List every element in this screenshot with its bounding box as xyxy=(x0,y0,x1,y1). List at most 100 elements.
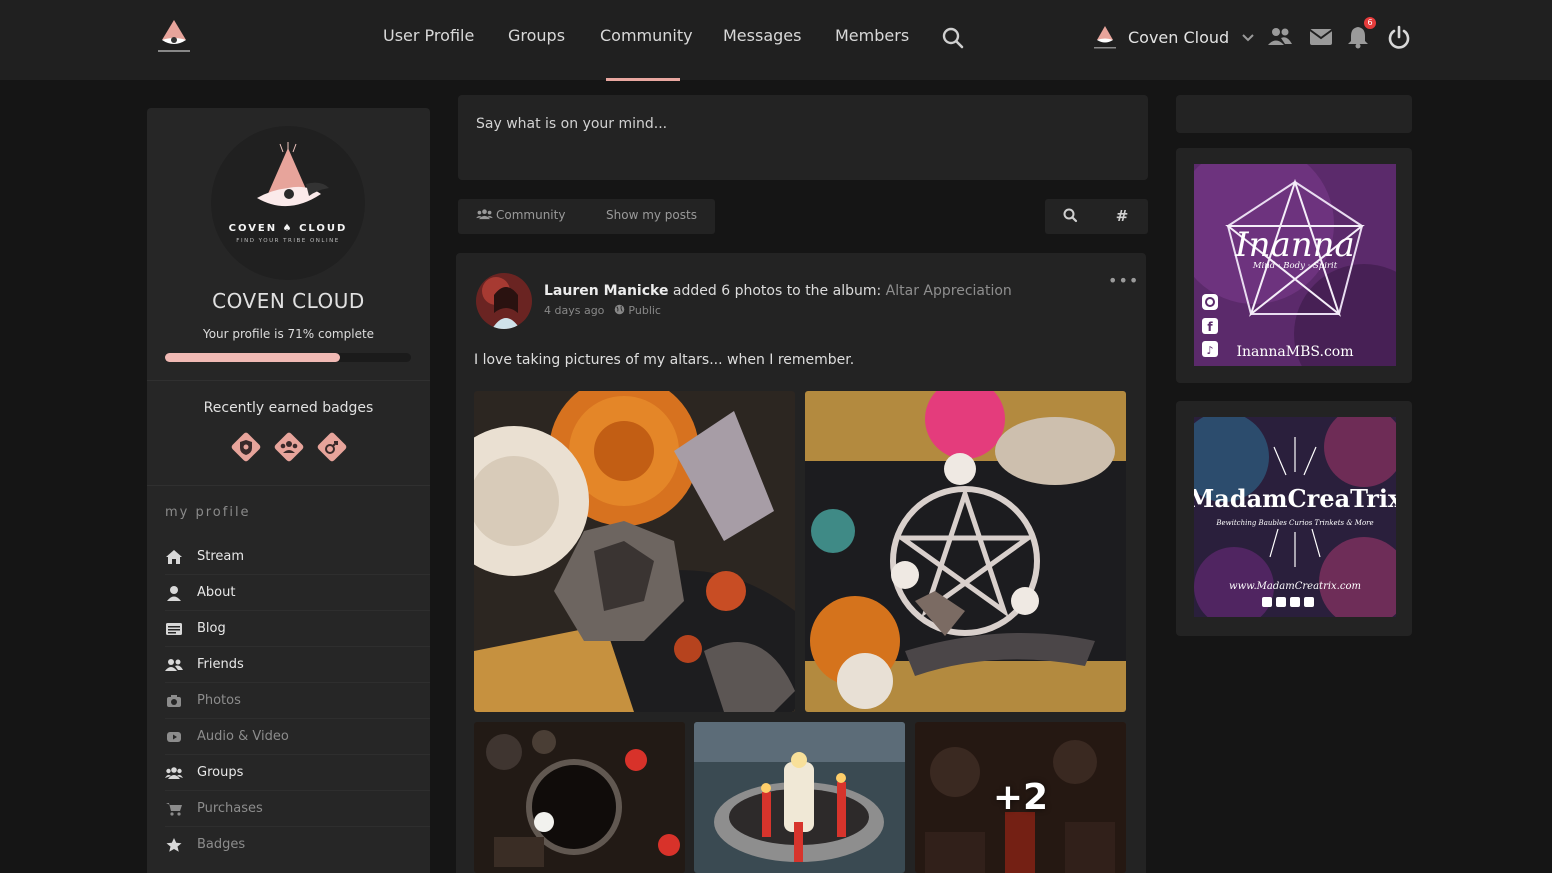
album-photo[interactable] xyxy=(694,722,905,873)
sidebar-item-stream[interactable]: Stream xyxy=(147,539,430,575)
ad-card-inanna[interactable]: Inanna Mind · Body · Spirit f ♪ InannaMB… xyxy=(1176,148,1412,383)
camera-icon xyxy=(165,693,183,709)
site-switcher-name: Coven Cloud xyxy=(1128,27,1230,47)
badges-title: Recently earned badges xyxy=(203,400,374,416)
messages-envelope-icon[interactable] xyxy=(1308,24,1334,50)
nav-members[interactable]: Members xyxy=(835,26,909,45)
more-photos-count: +2 xyxy=(992,777,1049,818)
nav-groups[interactable]: Groups xyxy=(508,26,565,45)
nav-user-profile[interactable]: User Profile xyxy=(383,26,474,45)
post-action-text: added 6 photos to the album: xyxy=(672,283,882,299)
activity-post: Lauren Manicke added 6 photos to the alb… xyxy=(456,253,1146,873)
badge-gender-icon[interactable] xyxy=(315,430,349,464)
active-tab-indicator xyxy=(606,78,680,81)
profile-avatar[interactable]: COVEN ♠ CLOUD FIND YOUR TRIBE ONLINE xyxy=(211,126,365,280)
profile-name: COVEN CLOUD xyxy=(212,289,365,313)
search-icon xyxy=(1063,208,1078,223)
sidebar-item-badges[interactable]: Badges xyxy=(147,827,430,863)
divider xyxy=(147,485,430,486)
badge-group-icon[interactable] xyxy=(272,430,306,464)
sidebar-item-groups[interactable]: Groups xyxy=(147,755,430,791)
feed-search-button[interactable] xyxy=(1045,199,1096,234)
blog-icon xyxy=(165,621,183,637)
community-icon xyxy=(476,209,493,220)
ad-inanna-title: Inanna xyxy=(1234,225,1355,265)
post-composer[interactable]: Say what is on your mind... xyxy=(458,95,1148,180)
filter-community-tab[interactable]: Community xyxy=(476,208,565,222)
sidebar-item-audio-video[interactable]: Audio & Video xyxy=(147,719,430,755)
ad-inanna-subtitle: Mind · Body · Spirit xyxy=(1252,261,1338,271)
sidebar-item-label: Blog xyxy=(197,621,226,636)
post-author-link[interactable]: Lauren Manicke xyxy=(544,283,668,299)
power-logout-icon[interactable] xyxy=(1386,24,1412,50)
groups-icon xyxy=(165,765,183,781)
svg-text:♪: ♪ xyxy=(1206,344,1213,357)
profile-completion-text: Your profile is 71% complete xyxy=(202,327,375,341)
ad-madam-title: MadamCreaTrix xyxy=(1194,484,1396,513)
sidebar-item-photos[interactable]: Photos xyxy=(147,683,430,719)
svg-text:COVEN ♠ CLOUD: COVEN ♠ CLOUD xyxy=(229,223,348,234)
author-avatar[interactable] xyxy=(476,273,532,329)
post-timestamp[interactable]: 4 days ago xyxy=(544,304,604,317)
ad-madam-subtitle: Bewitching Baubles Curios Trinkets & Mor… xyxy=(1215,519,1373,527)
sidebar-item-friends[interactable]: Friends xyxy=(147,647,430,683)
right-widget-empty xyxy=(1176,95,1412,133)
friends-icon xyxy=(165,657,183,673)
nav-community[interactable]: Community xyxy=(600,26,693,45)
filter-my-posts-tab[interactable]: Show my posts xyxy=(606,208,697,222)
post-body-text: I love taking pictures of my altars... w… xyxy=(474,352,855,368)
profile-progress-bar xyxy=(165,353,411,362)
sidebar-item-label: Photos xyxy=(197,693,241,708)
nav-messages[interactable]: Messages xyxy=(723,26,801,45)
friends-requests-icon[interactable] xyxy=(1267,24,1293,50)
post-visibility: Public xyxy=(628,304,661,317)
site-logo[interactable] xyxy=(152,18,196,56)
filter-community-label: Community xyxy=(496,208,566,222)
ad-image-madamcreatrix[interactable]: MadamCreaTrix Bewitching Baubles Curios … xyxy=(1194,417,1396,617)
sidebar-item-label: Badges xyxy=(197,837,246,852)
profile-progress-fill xyxy=(165,353,340,362)
instagram-icon xyxy=(1202,294,1218,310)
my-profile-section-label: my profile xyxy=(165,505,251,520)
post-header: Lauren Manicke added 6 photos to the alb… xyxy=(544,283,1012,299)
video-icon xyxy=(165,729,183,745)
post-options-icon[interactable]: ••• xyxy=(1108,271,1139,290)
sidebar-item-label: About xyxy=(197,585,236,600)
ad-madam-url: www.MadamCreatrix.com xyxy=(1229,581,1361,592)
logo-tagline: FIND YOUR TRIBE ONLINE xyxy=(236,238,339,244)
site-switcher-logo-icon xyxy=(1090,23,1120,51)
ad-inanna-url: InannaMBS.com xyxy=(1237,344,1354,360)
album-photo[interactable] xyxy=(474,722,685,873)
star-icon xyxy=(165,837,183,853)
top-navigation-bar: User Profile Groups Community Messages M… xyxy=(0,0,1552,81)
home-icon xyxy=(165,549,183,565)
site-switcher[interactable]: Coven Cloud xyxy=(1090,20,1255,54)
album-photo[interactable] xyxy=(474,391,795,712)
logo-wordmark-1: COVEN xyxy=(229,223,278,234)
sidebar-item-label: Purchases xyxy=(197,801,263,816)
svg-text:f: f xyxy=(1207,320,1213,334)
sidebar-item-label: Audio & Video xyxy=(197,729,289,744)
sidebar-item-label: Friends xyxy=(197,657,244,672)
profile-sidebar: COVEN ♠ CLOUD FIND YOUR TRIBE ONLINE COV… xyxy=(147,108,430,873)
hashtag-filter-button[interactable]: # xyxy=(1096,199,1148,234)
ad-image-inanna[interactable]: Inanna Mind · Body · Spirit f ♪ InannaMB… xyxy=(1194,164,1396,366)
sidebar-item-blog[interactable]: Blog xyxy=(147,611,430,647)
composer-placeholder: Say what is on your mind... xyxy=(476,116,668,132)
sidebar-item-label: Groups xyxy=(197,765,244,780)
notification-count-badge: 6 xyxy=(1364,17,1376,29)
sidebar-item-about[interactable]: About xyxy=(147,575,430,611)
sidebar-item-purchases[interactable]: Purchases xyxy=(147,791,430,827)
globe-icon xyxy=(614,304,629,317)
album-photo[interactable] xyxy=(805,391,1126,712)
logo-wordmark-2: CLOUD xyxy=(299,223,347,234)
search-icon[interactable] xyxy=(941,26,965,50)
divider xyxy=(147,380,430,381)
badge-shield-icon[interactable] xyxy=(229,430,263,464)
sidebar-item-label: Stream xyxy=(197,549,245,564)
album-link[interactable]: Altar Appreciation xyxy=(886,283,1012,299)
user-icon xyxy=(165,585,183,601)
album-photo-more[interactable]: +2 xyxy=(915,722,1126,873)
ad-card-madamcreatrix[interactable]: MadamCreaTrix Bewitching Baubles Curios … xyxy=(1176,401,1412,636)
post-meta: 4 days ago Public xyxy=(544,304,661,317)
